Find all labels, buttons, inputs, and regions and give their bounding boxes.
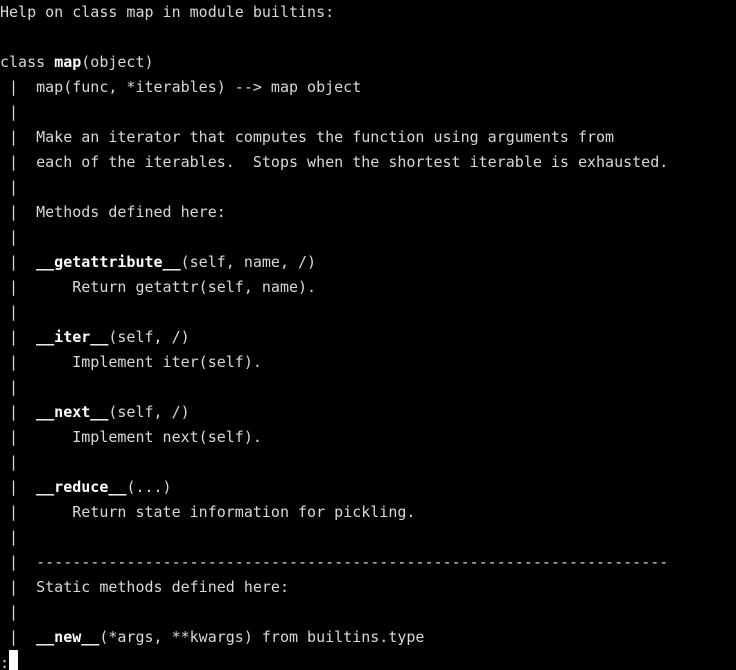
terminal-line-blank: | xyxy=(0,528,37,546)
terminal-line-method-iter: | __iter__(self, /) xyxy=(0,325,736,350)
method-params: (self, /) xyxy=(108,403,190,421)
terminal-line-method-reduce: | __reduce__(...) xyxy=(0,475,736,500)
terminal-line-section-heading: | Static methods defined here: xyxy=(0,578,289,596)
terminal-line-blank: | xyxy=(0,178,37,196)
terminal-line-heading: Help on class map in module builtins: xyxy=(0,3,335,21)
terminal-line-blank: | xyxy=(0,453,37,471)
terminal-line-docstring: | Implement next(self). xyxy=(0,428,262,446)
terminal-line-docstring: | Implement iter(self). xyxy=(0,353,262,371)
terminal-line-blank: | xyxy=(0,103,37,121)
terminal-line-signature: | map(func, *iterables) --> map object xyxy=(0,78,362,96)
class-bases: (object) xyxy=(81,53,154,71)
gutter-pipe: | xyxy=(0,328,37,346)
method-params: (...) xyxy=(126,478,172,496)
block-cursor xyxy=(9,650,19,670)
terminal-line-class-decl: class map(object) xyxy=(0,50,736,75)
terminal-line-section-heading: | Methods defined here: xyxy=(0,203,226,221)
method-name: __iter__ xyxy=(36,328,109,346)
method-name: __new__ xyxy=(36,628,100,646)
gutter-pipe: | xyxy=(0,478,37,496)
gutter-pipe: | xyxy=(0,628,37,646)
terminal-line-separator: | --------------------------------------… xyxy=(0,553,669,571)
method-params: (*args, **kwargs) from builtins.type xyxy=(99,628,425,646)
terminal-screen[interactable]: Help on class map in module builtins: cl… xyxy=(0,0,736,670)
gutter-pipe: | xyxy=(0,253,37,271)
terminal-line-docstring: | Return getattr(self, name). xyxy=(0,278,317,296)
terminal-line-blank: | xyxy=(0,303,37,321)
method-name: __getattribute__ xyxy=(36,253,181,271)
terminal-line-description: | Make an iterator that computes the fun… xyxy=(0,128,615,146)
class-name: map xyxy=(54,53,82,71)
terminal-line-method-new: | __new__(*args, **kwargs) from builtins… xyxy=(0,625,736,650)
terminal-line-docstring: | Return state information for pickling. xyxy=(0,503,416,521)
method-params: (self, /) xyxy=(108,328,190,346)
terminal-line-method-next: | __next__(self, /) xyxy=(0,400,736,425)
method-params: (self, name, /) xyxy=(180,253,317,271)
terminal-line-method-getattribute: | __getattribute__(self, name, /) xyxy=(0,250,736,275)
pager-prompt-line[interactable]: : xyxy=(0,650,736,670)
method-name: __reduce__ xyxy=(36,478,127,496)
method-name: __next__ xyxy=(36,403,109,421)
terminal-line-blank: | xyxy=(0,228,37,246)
gutter-pipe: | xyxy=(0,403,37,421)
class-keyword: class xyxy=(0,53,55,71)
terminal-line-blank: | xyxy=(0,603,37,621)
terminal-line-blank: | xyxy=(0,378,37,396)
pager-prompt-symbol: : xyxy=(0,654,10,670)
terminal-line-description: | each of the iterables. Stops when the … xyxy=(0,153,669,171)
